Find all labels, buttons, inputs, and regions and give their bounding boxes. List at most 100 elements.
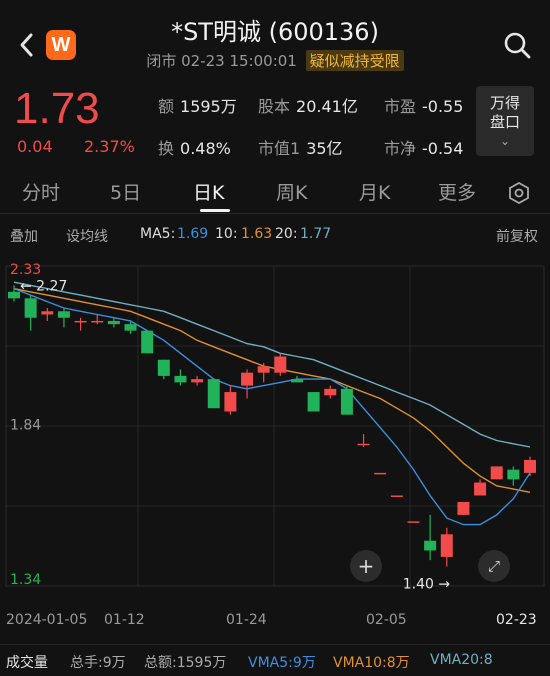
tab-5day[interactable]: 5日 bbox=[110, 178, 141, 205]
candle-body bbox=[307, 392, 320, 412]
candle-body bbox=[474, 482, 487, 496]
ma20-line bbox=[13, 281, 531, 448]
active-tab-indicator bbox=[200, 209, 230, 212]
stat-label: 换 bbox=[158, 139, 175, 158]
period-tabs: 分时 5日 日K 周K 月K 更多 bbox=[0, 172, 550, 214]
ma5-value: 1.69 bbox=[177, 226, 209, 242]
candle-body bbox=[141, 330, 154, 354]
stat-pe: 市盈 -0.55 bbox=[384, 93, 463, 117]
stock-title: *ST明诚 (600136) bbox=[171, 18, 379, 46]
candle-body bbox=[124, 324, 137, 331]
warning-badge[interactable]: 疑似减持受限 bbox=[305, 50, 404, 71]
ma10-label: 10: bbox=[215, 226, 238, 242]
candle-body bbox=[374, 472, 387, 475]
last-price: 1.73 bbox=[14, 84, 100, 133]
stat-value: -0.55 bbox=[422, 97, 464, 116]
header: W *ST明诚 (600136) 闭市 02-23 15:00:01 疑似减持受… bbox=[0, 0, 550, 78]
candle-body bbox=[191, 379, 204, 383]
candle-body bbox=[8, 291, 20, 299]
order-book-line2: 盘口 bbox=[489, 113, 520, 131]
tab-daily-k[interactable]: 日K bbox=[193, 178, 224, 205]
expand-icon[interactable]: ⤢ bbox=[478, 550, 510, 582]
vma20: VMA20:8 bbox=[430, 652, 493, 668]
stat-shares: 股本 20.41亿 bbox=[258, 93, 358, 117]
x-tick-label: 02-05 bbox=[366, 612, 407, 628]
high-marker: ← 2.27 bbox=[20, 278, 67, 294]
candle-body bbox=[340, 388, 353, 415]
candle-body bbox=[57, 311, 70, 318]
candle-body bbox=[24, 298, 37, 318]
overlay-button[interactable]: 叠加 bbox=[10, 226, 38, 246]
y-tick-label: 2.33 bbox=[10, 262, 41, 278]
vma10: VMA10:8万 bbox=[333, 655, 410, 671]
total-amount: 总额:1595万 bbox=[144, 655, 227, 671]
price-change: 0.04 bbox=[17, 137, 53, 156]
candle-body bbox=[524, 459, 536, 473]
candle-body bbox=[41, 311, 54, 315]
stat-label: 市值1 bbox=[258, 139, 301, 158]
tab-intraday[interactable]: 分时 bbox=[22, 178, 60, 205]
stat-label: 额 bbox=[158, 97, 175, 116]
ma20-value: 1.77 bbox=[300, 226, 332, 242]
stat-value: 20.41亿 bbox=[296, 97, 358, 116]
candle-body bbox=[257, 366, 270, 373]
candle-body bbox=[490, 466, 503, 480]
candle-body bbox=[157, 359, 170, 376]
volume-title[interactable]: 成交量 bbox=[6, 652, 48, 672]
stat-amount: 额 1595万 bbox=[158, 93, 237, 117]
y-tick-label: 1.84 bbox=[10, 417, 41, 433]
x-tick-label: 01-12 bbox=[104, 612, 145, 628]
candle-body bbox=[507, 469, 520, 480]
candle-body bbox=[424, 540, 437, 551]
x-tick-label: 02-23 bbox=[496, 612, 537, 628]
stat-value: 35亿 bbox=[306, 139, 343, 158]
x-tick-label: 01-24 bbox=[226, 612, 267, 628]
candle-body bbox=[290, 379, 303, 383]
candle-body bbox=[241, 372, 254, 386]
stat-market-cap: 市值1 35亿 bbox=[258, 135, 343, 159]
stat-value: -0.54 bbox=[422, 139, 464, 158]
ma10-value: 1.63 bbox=[241, 226, 273, 242]
adjust-button[interactable]: 前复权 bbox=[496, 226, 538, 246]
vma5: VMA5:9万 bbox=[248, 655, 316, 671]
candle-body bbox=[224, 392, 237, 412]
candle-body bbox=[74, 320, 87, 323]
candle-body bbox=[407, 521, 420, 523]
stat-turnover: 换 0.48% bbox=[158, 135, 231, 159]
candle-body bbox=[440, 534, 453, 557]
order-book-button[interactable]: 万得 盘口 ⌄ bbox=[476, 86, 534, 156]
candle-body bbox=[390, 495, 403, 497]
settings-icon[interactable] bbox=[508, 182, 530, 204]
order-book-line1: 万得 bbox=[489, 94, 520, 112]
stat-pb: 市净 -0.54 bbox=[384, 135, 463, 159]
market-status: 闭市 02-23 15:00:01 疑似减持受限 bbox=[0, 50, 550, 71]
search-icon[interactable] bbox=[502, 30, 532, 60]
kline-chart[interactable]: 2.33 1.84 1.34 ← 2.27 1.40 → + ⤢ bbox=[0, 256, 550, 602]
ma5-label: MA5: bbox=[140, 226, 176, 242]
zoom-in-button[interactable]: + bbox=[350, 550, 382, 582]
ma5-line bbox=[13, 287, 531, 526]
kline-svg[interactable]: 2.33 1.84 1.34 ← 2.27 1.40 → bbox=[0, 256, 550, 602]
x-tick-label: 2024-01-05 bbox=[6, 612, 88, 628]
set-ma-button[interactable]: 设均线 bbox=[66, 226, 108, 246]
candle-body bbox=[107, 320, 120, 325]
tab-weekly-k[interactable]: 周K bbox=[276, 178, 307, 205]
tab-more[interactable]: 更多 bbox=[438, 178, 476, 205]
stat-label: 市盈 bbox=[384, 97, 417, 116]
ma-legend: 叠加 设均线 MA5: 1.69 10: 1.63 20: 1.77 前复权 bbox=[0, 226, 550, 248]
candle-body bbox=[457, 501, 470, 515]
tab-monthly-k[interactable]: 月K bbox=[359, 178, 390, 205]
stat-value: 0.48% bbox=[180, 139, 231, 158]
ma10-line bbox=[13, 287, 531, 493]
total-hands: 总手:9万 bbox=[70, 655, 126, 671]
chevron-down-icon: ⌄ bbox=[499, 134, 511, 148]
stat-label: 市净 bbox=[384, 139, 417, 158]
market-status-text: 闭市 02-23 15:00:01 bbox=[146, 52, 297, 70]
candle-body bbox=[207, 379, 220, 409]
candle-body bbox=[324, 388, 337, 396]
candle-body bbox=[274, 356, 287, 373]
ma20-label: 20: bbox=[275, 226, 298, 242]
low-marker: 1.40 → bbox=[403, 577, 451, 593]
candle-body bbox=[91, 320, 104, 323]
stat-value: 1595万 bbox=[180, 97, 237, 116]
